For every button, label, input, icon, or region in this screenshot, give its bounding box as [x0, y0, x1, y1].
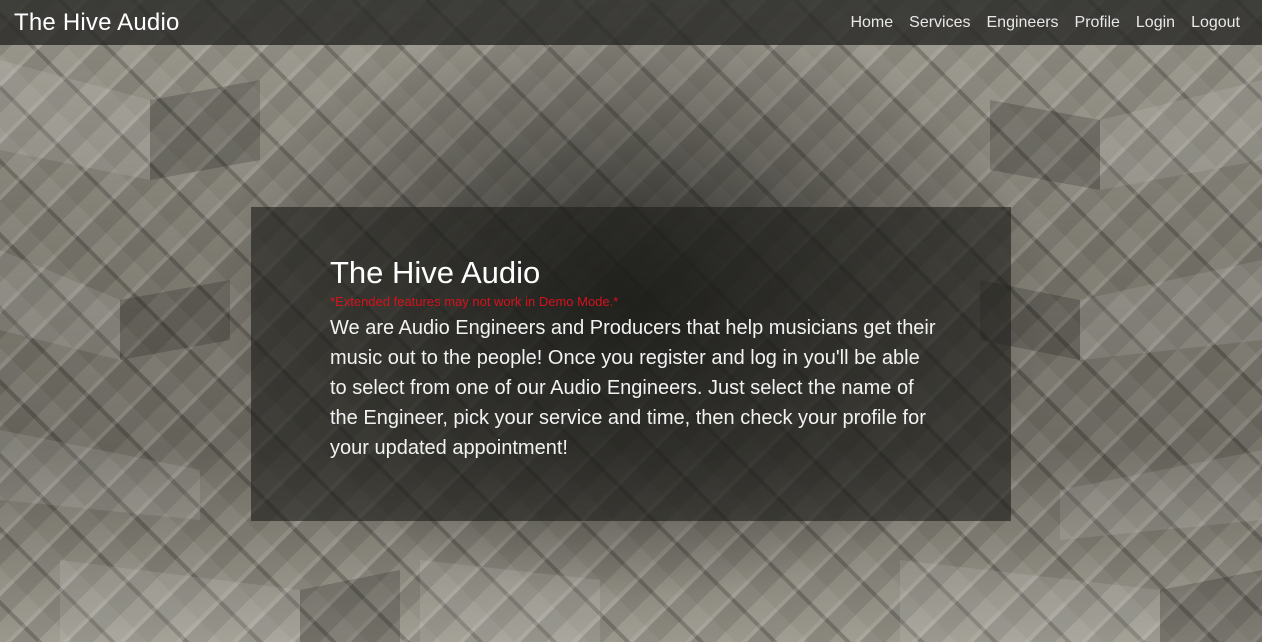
- top-navbar: The Hive Audio Home Services Engineers P…: [0, 0, 1262, 45]
- nav-links: Home Services Engineers Profile Login Lo…: [834, 14, 1240, 32]
- hero-panel: The Hive Audio *Extended features may no…: [251, 207, 1011, 521]
- nav-link-login[interactable]: Login: [1136, 14, 1175, 32]
- hero-content: The Hive Audio *Extended features may no…: [330, 253, 940, 463]
- hero-description: We are Audio Engineers and Producers tha…: [330, 317, 936, 459]
- demo-mode-warning: *Extended features may not work in Demo …: [330, 294, 619, 309]
- hero-title: The Hive Audio: [330, 255, 541, 290]
- nav-link-engineers[interactable]: Engineers: [987, 14, 1059, 32]
- nav-link-logout[interactable]: Logout: [1191, 14, 1240, 32]
- nav-link-home[interactable]: Home: [850, 14, 893, 32]
- brand-logo-link[interactable]: The Hive Audio: [14, 9, 180, 37]
- nav-link-profile[interactable]: Profile: [1075, 14, 1120, 32]
- nav-link-services[interactable]: Services: [909, 14, 970, 32]
